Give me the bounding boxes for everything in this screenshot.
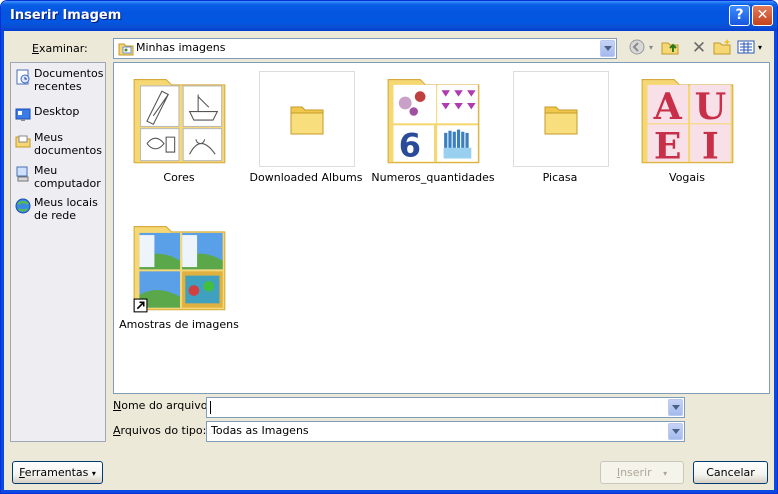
close-button[interactable]: ✕	[752, 5, 773, 26]
folder-thumbnail	[513, 71, 609, 167]
tools-button[interactable]: Ferramentas ▾	[12, 461, 103, 484]
up-folder-icon[interactable]	[660, 38, 680, 58]
views-icon[interactable]	[736, 38, 756, 58]
network-places-icon	[15, 198, 31, 214]
file-item-amostras-de-imagens[interactable]: Amostras de imagens	[115, 218, 243, 338]
new-folder-icon[interactable]	[712, 38, 732, 58]
look-in-dropdown[interactable]: Minhas imagens	[113, 38, 617, 59]
vogais-letter-a: A	[653, 85, 683, 128]
back-dropdown-icon[interactable]: ▾	[646, 38, 656, 58]
my-documents-icon	[15, 135, 31, 148]
file-name: Cores	[163, 171, 195, 184]
back-icon[interactable]	[627, 38, 647, 58]
place-label: Documentos recentes	[34, 67, 104, 93]
file-name: Numeros_quantidades	[371, 171, 495, 184]
title-bar[interactable]: Inserir Imagem ? ✕	[1, 1, 777, 31]
place-label: Desktop	[34, 105, 80, 118]
numeros-digit: 6	[399, 126, 421, 164]
file-type-label: Arquivos do tipo:	[113, 424, 207, 437]
chevron-down-icon: ▾	[91, 469, 96, 478]
window-title: Inserir Imagem	[10, 8, 122, 23]
folder-thumbnail	[132, 71, 228, 167]
folder-icon	[290, 106, 324, 135]
desktop-icon	[15, 108, 31, 121]
vogais-letter-i: I	[702, 124, 719, 167]
chevron-down-icon[interactable]	[600, 40, 615, 57]
file-type-dropdown[interactable]: Todas as Imagens	[206, 421, 685, 442]
my-pictures-folder-icon	[118, 43, 134, 56]
file-list[interactable]: Cores Downloaded Albums 6 Numeros_quanti…	[113, 62, 770, 394]
recent-docs-icon	[16, 69, 30, 85]
folder-thumbnail	[132, 218, 228, 314]
file-item-downloaded-albums[interactable]: Downloaded Albums	[242, 71, 370, 191]
folder-thumbnail: 6	[386, 71, 482, 167]
file-type-value: Todas as Imagens	[211, 424, 309, 437]
insert-button[interactable]: Inserir ▾	[600, 461, 684, 484]
chevron-down-icon: ▾	[663, 469, 668, 478]
delete-icon[interactable]: ✕	[689, 38, 709, 58]
vogais-letter-e: E	[654, 124, 682, 167]
chevron-down-icon[interactable]	[668, 399, 683, 416]
file-name-label: Nome do arquivo:	[113, 399, 212, 412]
folder-thumbnail: A U E I	[640, 71, 736, 167]
vogais-letter-u: U	[695, 85, 727, 128]
file-item-picasa[interactable]: Picasa	[496, 71, 624, 191]
file-name: Downloaded Albums	[249, 171, 363, 184]
views-dropdown-icon[interactable]: ▾	[755, 38, 765, 58]
cancel-button[interactable]: Cancelar	[693, 461, 768, 484]
file-name: Picasa	[542, 171, 578, 184]
insert-image-dialog: Inserir Imagem ? ✕ Examinar: Minhas imag…	[0, 0, 778, 494]
file-name-input[interactable]	[206, 397, 685, 418]
file-item-cores[interactable]: Cores	[115, 71, 243, 191]
my-computer-icon	[16, 166, 29, 182]
file-item-vogais[interactable]: A U E I Vogais	[623, 71, 751, 191]
look-in-value: Minhas imagens	[136, 41, 226, 54]
file-name: Amostras de imagens	[119, 318, 239, 331]
place-label: Meus documentos	[34, 131, 102, 157]
help-button[interactable]: ?	[729, 5, 750, 26]
places-bar: Documentos recentes Desktop Meus documen…	[10, 62, 106, 442]
place-label: Meu computador	[34, 164, 101, 190]
file-name: Vogais	[669, 171, 705, 184]
file-item-numeros-quantidades[interactable]: 6 Numeros_quantidades	[369, 71, 497, 191]
text-cursor	[210, 401, 211, 414]
place-label: Meus locais de rede	[34, 196, 98, 222]
folder-icon	[544, 106, 578, 135]
folder-thumbnail	[259, 71, 355, 167]
chevron-down-icon[interactable]	[668, 423, 683, 440]
look-in-label: Examinar:	[32, 42, 88, 55]
